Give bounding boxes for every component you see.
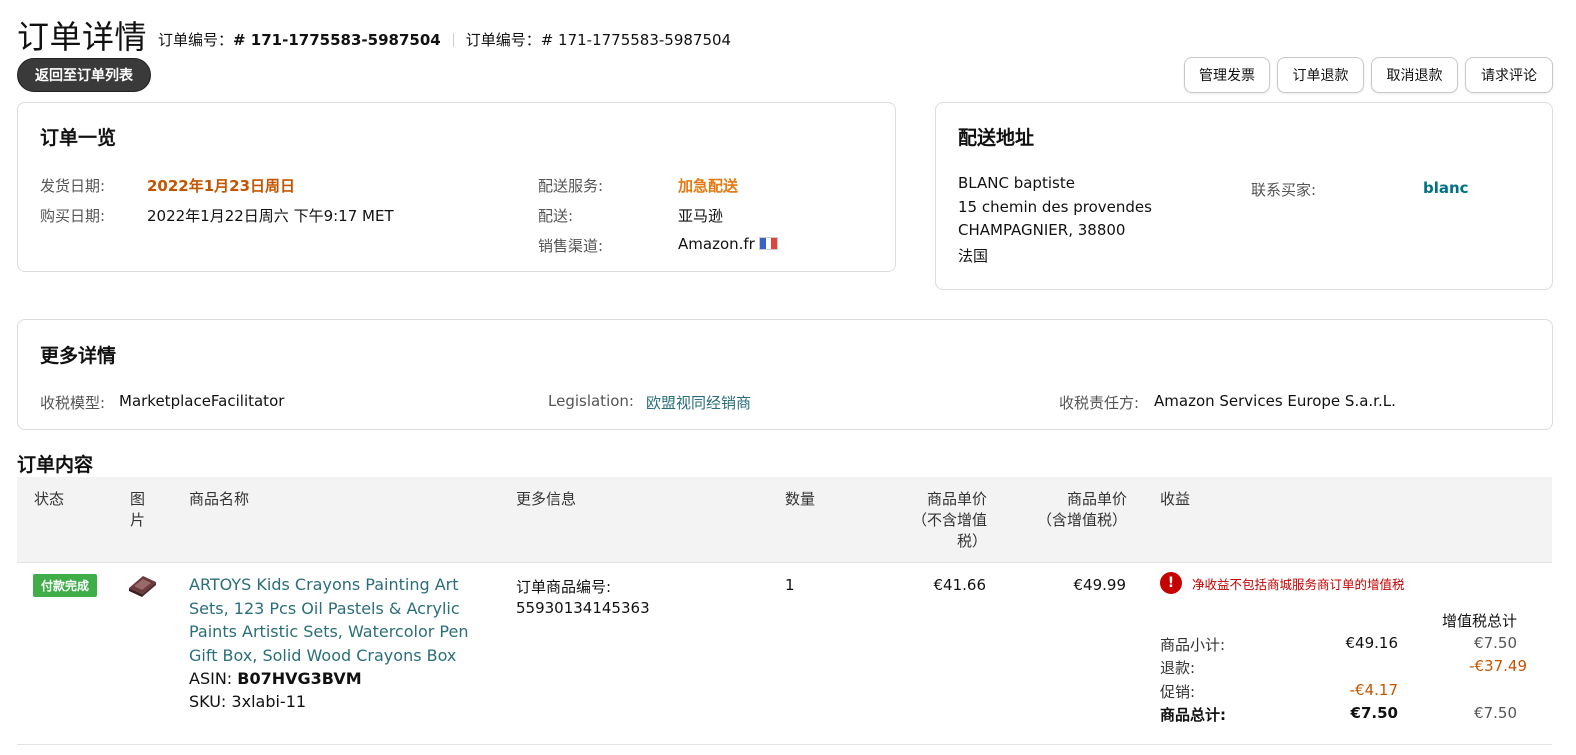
address-line: 15 chemin des provendes <box>958 198 1152 216</box>
card-title: 订单一览 <box>40 127 117 149</box>
sales-channel: Amazon.fr <box>678 235 778 253</box>
ship-date-value: 2022年1月23日周日 <box>147 177 296 195</box>
france-flag-icon <box>758 237 778 250</box>
column-header-line: 税） <box>956 532 987 550</box>
vat-warning-text: 净收益不包括商城服务商订单的增值税 <box>1192 576 1405 592</box>
asin-value: B07HVG3BVM <box>237 669 362 688</box>
column-header-image: 图 片 <box>130 489 145 531</box>
address-line: 法国 <box>958 247 989 265</box>
column-header-line: 商品单价 <box>926 490 987 508</box>
asin-label: ASIN: <box>189 669 233 688</box>
item-id-label: 订单商品编号: <box>516 578 612 596</box>
column-header-image-line: 片 <box>130 511 146 529</box>
sku-label: SKU: <box>189 692 227 711</box>
tax-party-label: 收税责任方: <box>1059 394 1140 412</box>
sales-channel-value: Amazon.fr <box>678 235 755 253</box>
column-header-line: 商品单价 <box>1066 490 1127 508</box>
total-value: €7.50 <box>1350 704 1398 722</box>
page-title: 订单详情 <box>17 18 148 56</box>
column-header-line: （不含增值 <box>911 511 987 529</box>
status-badge: 付款完成 <box>33 574 97 597</box>
tax-model-value: MarketplaceFacilitator <box>119 392 285 410</box>
asin-row: ASIN: B07HVG3BVM <box>189 669 362 688</box>
order-contents-title: 订单内容 <box>17 454 94 476</box>
ship-date-label: 发货日期: <box>40 177 106 195</box>
refund-label: 退款: <box>1160 659 1196 677</box>
table-header: 状态 图 片 商品名称 更多信息 数量 商品单价 （不含增值 税） 商品单价 （… <box>17 477 1552 563</box>
total-label: 商品总计: <box>1160 706 1226 724</box>
product-thumbnail[interactable] <box>126 572 158 598</box>
column-header-name: 商品名称 <box>189 490 250 508</box>
order-id-label-secondary: 订单编号： <box>465 31 541 49</box>
ship-service-label: 配送服务: <box>538 177 604 195</box>
total-vat: €7.50 <box>1474 704 1517 722</box>
column-header-more-info: 更多信息 <box>516 490 577 508</box>
refund-vat: -€37.49 <box>1469 657 1527 675</box>
order-id-value-secondary: # 171-1775583-5987504 <box>540 30 732 49</box>
request-review-button[interactable]: 请求评论 <box>1465 57 1553 93</box>
promotion-label: 促销: <box>1160 683 1196 701</box>
fulfillment-label: 配送: <box>538 207 574 225</box>
column-header-image-line: 图 <box>130 490 146 508</box>
purchase-date-value: 2022年1月22日周六 下午9:17 MET <box>147 207 394 225</box>
ship-service-value: 加急配送 <box>678 177 739 195</box>
column-header-price-ex-vat: 商品单价 （不含增值 税） <box>887 489 987 552</box>
fulfillment-value: 亚马逊 <box>678 207 724 225</box>
divider <box>452 32 454 47</box>
price-ex-vat-value: €41.66 <box>933 576 987 594</box>
order-id-row: 订单编号： # 171-1775583-5987504 订单编号： # 171-… <box>158 29 731 50</box>
column-header-quantity: 数量 <box>785 490 816 508</box>
sku-row: SKU: 3xlabi-11 <box>189 692 306 711</box>
address-line: CHAMPAGNIER, 38800 <box>958 221 1126 239</box>
manage-invoice-button[interactable]: 管理发票 <box>1184 57 1270 93</box>
column-header-status: 状态 <box>34 490 65 508</box>
subtotal-value: €49.16 <box>1345 634 1399 652</box>
sku-value: 3xlabi-11 <box>231 692 307 711</box>
legislation-link[interactable]: 欧盟视同经销商 <box>646 392 751 413</box>
card-title: 配送地址 <box>958 127 1035 149</box>
tax-model-label: 收税模型: <box>40 394 106 412</box>
vat-total-header: 增值税总计 <box>1441 612 1517 630</box>
column-header-line: （含增值税） <box>1036 511 1127 529</box>
shipping-address-card: 配送地址 BLANC baptiste 15 chemin des proven… <box>935 102 1553 290</box>
sales-channel-label: 销售渠道: <box>538 237 604 255</box>
legislation-label: Legislation: <box>548 392 634 410</box>
card-title: 更多详情 <box>40 345 117 367</box>
order-id-label: 订单编号： <box>158 31 234 49</box>
column-header-price-inc-vat: 商品单价 （含增值税） <box>1017 489 1127 531</box>
alert-icon: ! <box>1160 572 1182 594</box>
refund-order-button[interactable]: 订单退款 <box>1277 57 1364 93</box>
subtotal-vat: €7.50 <box>1474 634 1517 652</box>
order-overview-card: 订单一览 发货日期: 2022年1月23日周日 购买日期: 2022年1月22日… <box>17 102 896 272</box>
price-inc-vat-value: €49.99 <box>1073 576 1127 594</box>
cancel-refund-button[interactable]: 取消退款 <box>1371 57 1458 93</box>
quantity-value: 1 <box>785 576 795 594</box>
row-divider <box>17 744 1552 745</box>
address-line: BLANC baptiste <box>958 174 1075 192</box>
column-header-proceeds: 收益 <box>1160 490 1191 508</box>
subtotal-label: 商品小计: <box>1160 636 1226 654</box>
order-id-value: # 171-1775583-5987504 <box>233 30 441 49</box>
more-details-card: 更多详情 收税模型: MarketplaceFacilitator Legisl… <box>17 319 1553 430</box>
product-title-link[interactable]: ARTOYS Kids Crayons Painting Art Sets, 1… <box>189 573 479 667</box>
promotion-value: -€4.17 <box>1349 681 1398 699</box>
tax-party-value: Amazon Services Europe S.a.r.L. <box>1154 392 1396 410</box>
contact-buyer-label: 联系买家: <box>1251 181 1317 199</box>
back-to-orders-button[interactable]: 返回至订单列表 <box>17 58 151 92</box>
purchase-date-label: 购买日期: <box>40 207 106 225</box>
contact-buyer-link[interactable]: blanc <box>1423 179 1469 197</box>
vat-warning: ! 净收益不包括商城服务商订单的增值税 <box>1160 572 1405 594</box>
item-id-value: 55930134145363 <box>516 599 650 617</box>
